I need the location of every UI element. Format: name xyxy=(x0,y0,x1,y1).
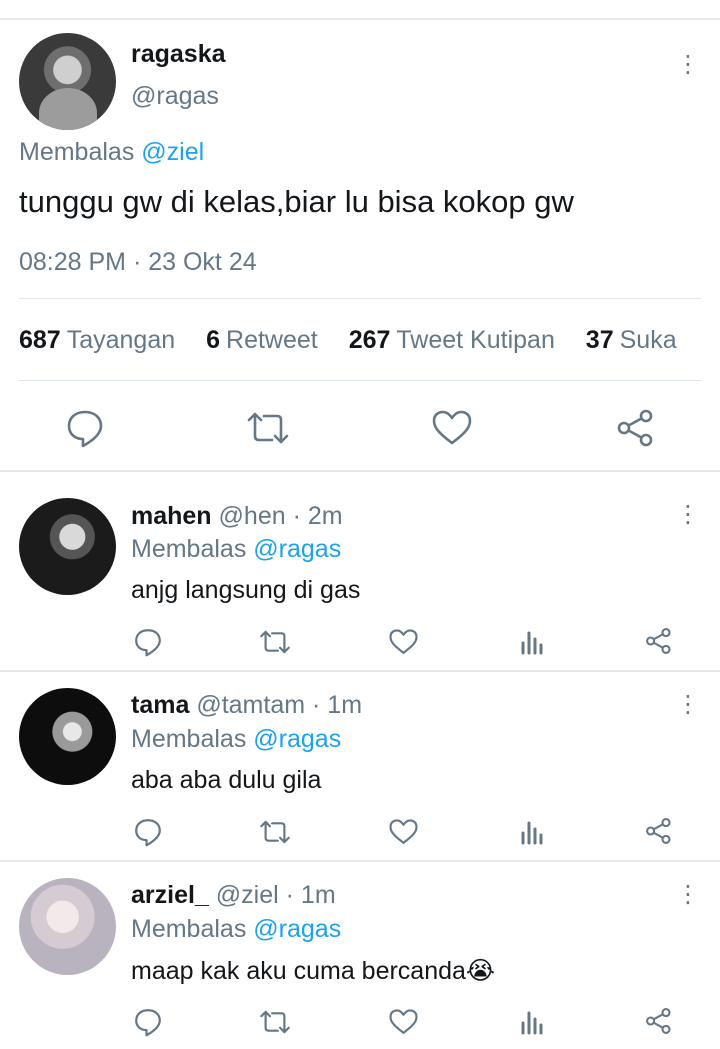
reply-mention[interactable]: @ziel xyxy=(141,138,204,166)
share-icon[interactable] xyxy=(645,627,673,655)
reply-mention[interactable]: @ragas xyxy=(253,725,341,753)
stat-label: Tayangan xyxy=(66,326,176,354)
reply-context: Membalas @ragas xyxy=(131,725,341,754)
share-icon[interactable] xyxy=(645,817,673,845)
author-handle[interactable]: @tamtam xyxy=(196,691,305,719)
reply-tweet[interactable]: arziel_ @ziel · 1m ⋮ Membalas @ragas maa… xyxy=(0,862,720,1049)
reply-time: · 2m xyxy=(292,502,343,530)
avatar[interactable] xyxy=(19,688,116,785)
reply-prefix: Membalas xyxy=(19,138,135,166)
reply-header: arziel_ @ziel · 1m xyxy=(131,881,336,910)
reply-header: mahen @hen · 2m xyxy=(131,502,343,531)
author-name[interactable]: ragaska xyxy=(131,40,226,69)
reply-prefix: Membalas xyxy=(131,915,247,943)
reply-mention[interactable]: @ragas xyxy=(253,535,341,563)
reply-context: Membalas @ziel xyxy=(19,138,204,167)
author-name[interactable]: arziel_ xyxy=(131,881,209,909)
reply-context: Membalas @ragas xyxy=(131,535,341,564)
stat-quote-tweets[interactable]: 267 Tweet Kutipan xyxy=(349,326,555,355)
author-handle[interactable]: @hen xyxy=(219,502,286,530)
reply-icon[interactable] xyxy=(66,408,104,448)
top-divider xyxy=(0,18,720,20)
reply-header: tama @tamtam · 1m xyxy=(131,691,362,720)
reply-text: maap kak aku cuma bercanda😭 xyxy=(131,957,496,985)
like-icon[interactable] xyxy=(432,410,472,446)
tweet-stats: 687 Tayangan 6 Retweet 267 Tweet Kutipan 37… xyxy=(19,326,677,355)
retweet-icon[interactable] xyxy=(259,819,291,845)
author-name[interactable]: tama xyxy=(131,691,189,719)
reply-tweet[interactable]: mahen @hen · 2m ⋮ Membalas @ragas anjg l… xyxy=(0,472,720,670)
stat-label: Tweet Kutipan xyxy=(396,326,555,354)
reply-context: Membalas @ragas xyxy=(131,915,341,944)
reply-tweet[interactable]: tama @tamtam · 1m ⋮ Membalas @ragas aba … xyxy=(0,672,720,860)
divider xyxy=(19,380,701,381)
retweet-icon[interactable] xyxy=(259,629,291,655)
reply-text: anjg langsung di gas xyxy=(131,576,361,604)
author-handle[interactable]: @ragas xyxy=(131,82,219,111)
stat-count: 267 xyxy=(348,326,391,354)
stat-label: Retweet xyxy=(226,326,318,354)
stat-likes[interactable]: 37 Suka xyxy=(586,326,677,355)
analytics-icon[interactable] xyxy=(520,1009,544,1035)
divider xyxy=(19,298,701,299)
more-options-icon[interactable]: ⋮ xyxy=(676,882,700,908)
more-options-icon[interactable]: ⋮ xyxy=(676,52,700,78)
stat-count: 37 xyxy=(585,326,614,354)
reply-icon[interactable] xyxy=(134,817,162,847)
author-handle[interactable]: @ziel xyxy=(216,881,279,909)
share-icon[interactable] xyxy=(645,1007,673,1035)
like-icon[interactable] xyxy=(389,629,418,655)
avatar[interactable] xyxy=(19,878,116,975)
share-icon[interactable] xyxy=(616,408,656,448)
like-icon[interactable] xyxy=(389,819,418,845)
reply-mention[interactable]: @ragas xyxy=(253,915,341,943)
author-name[interactable]: mahen xyxy=(131,502,212,530)
reply-time: · 1m xyxy=(312,691,363,719)
tweet-timestamp: 08:28 PM · 23 Okt 24 xyxy=(19,248,257,276)
stat-count: 6 xyxy=(206,326,221,354)
stat-retweets[interactable]: 6 Retweet xyxy=(206,326,318,355)
stat-count: 687 xyxy=(19,326,61,354)
reply-prefix: Membalas xyxy=(131,535,247,563)
tweet-actions xyxy=(0,406,720,450)
reply-text: aba aba dulu gila xyxy=(131,766,322,794)
reply-actions xyxy=(0,817,720,847)
stat-label: Suka xyxy=(619,326,677,354)
retweet-icon[interactable] xyxy=(246,410,290,446)
like-icon[interactable] xyxy=(389,1009,418,1035)
more-options-icon[interactable]: ⋮ xyxy=(676,502,700,528)
avatar[interactable] xyxy=(19,498,116,595)
analytics-icon[interactable] xyxy=(520,629,544,655)
reply-icon[interactable] xyxy=(134,1007,162,1037)
avatar[interactable] xyxy=(19,33,116,130)
reply-icon[interactable] xyxy=(134,627,162,657)
stat-views[interactable]: 687 Tayangan xyxy=(19,326,175,355)
reply-actions xyxy=(0,1007,720,1037)
more-options-icon[interactable]: ⋮ xyxy=(676,692,700,718)
retweet-icon[interactable] xyxy=(259,1009,291,1035)
reply-time: · 1m xyxy=(285,881,336,909)
reply-actions xyxy=(0,627,720,657)
analytics-icon[interactable] xyxy=(520,819,544,845)
tweet-text: tunggu gw di kelas,biar lu bisa kokop gw xyxy=(19,184,574,219)
reply-prefix: Membalas xyxy=(131,725,247,753)
